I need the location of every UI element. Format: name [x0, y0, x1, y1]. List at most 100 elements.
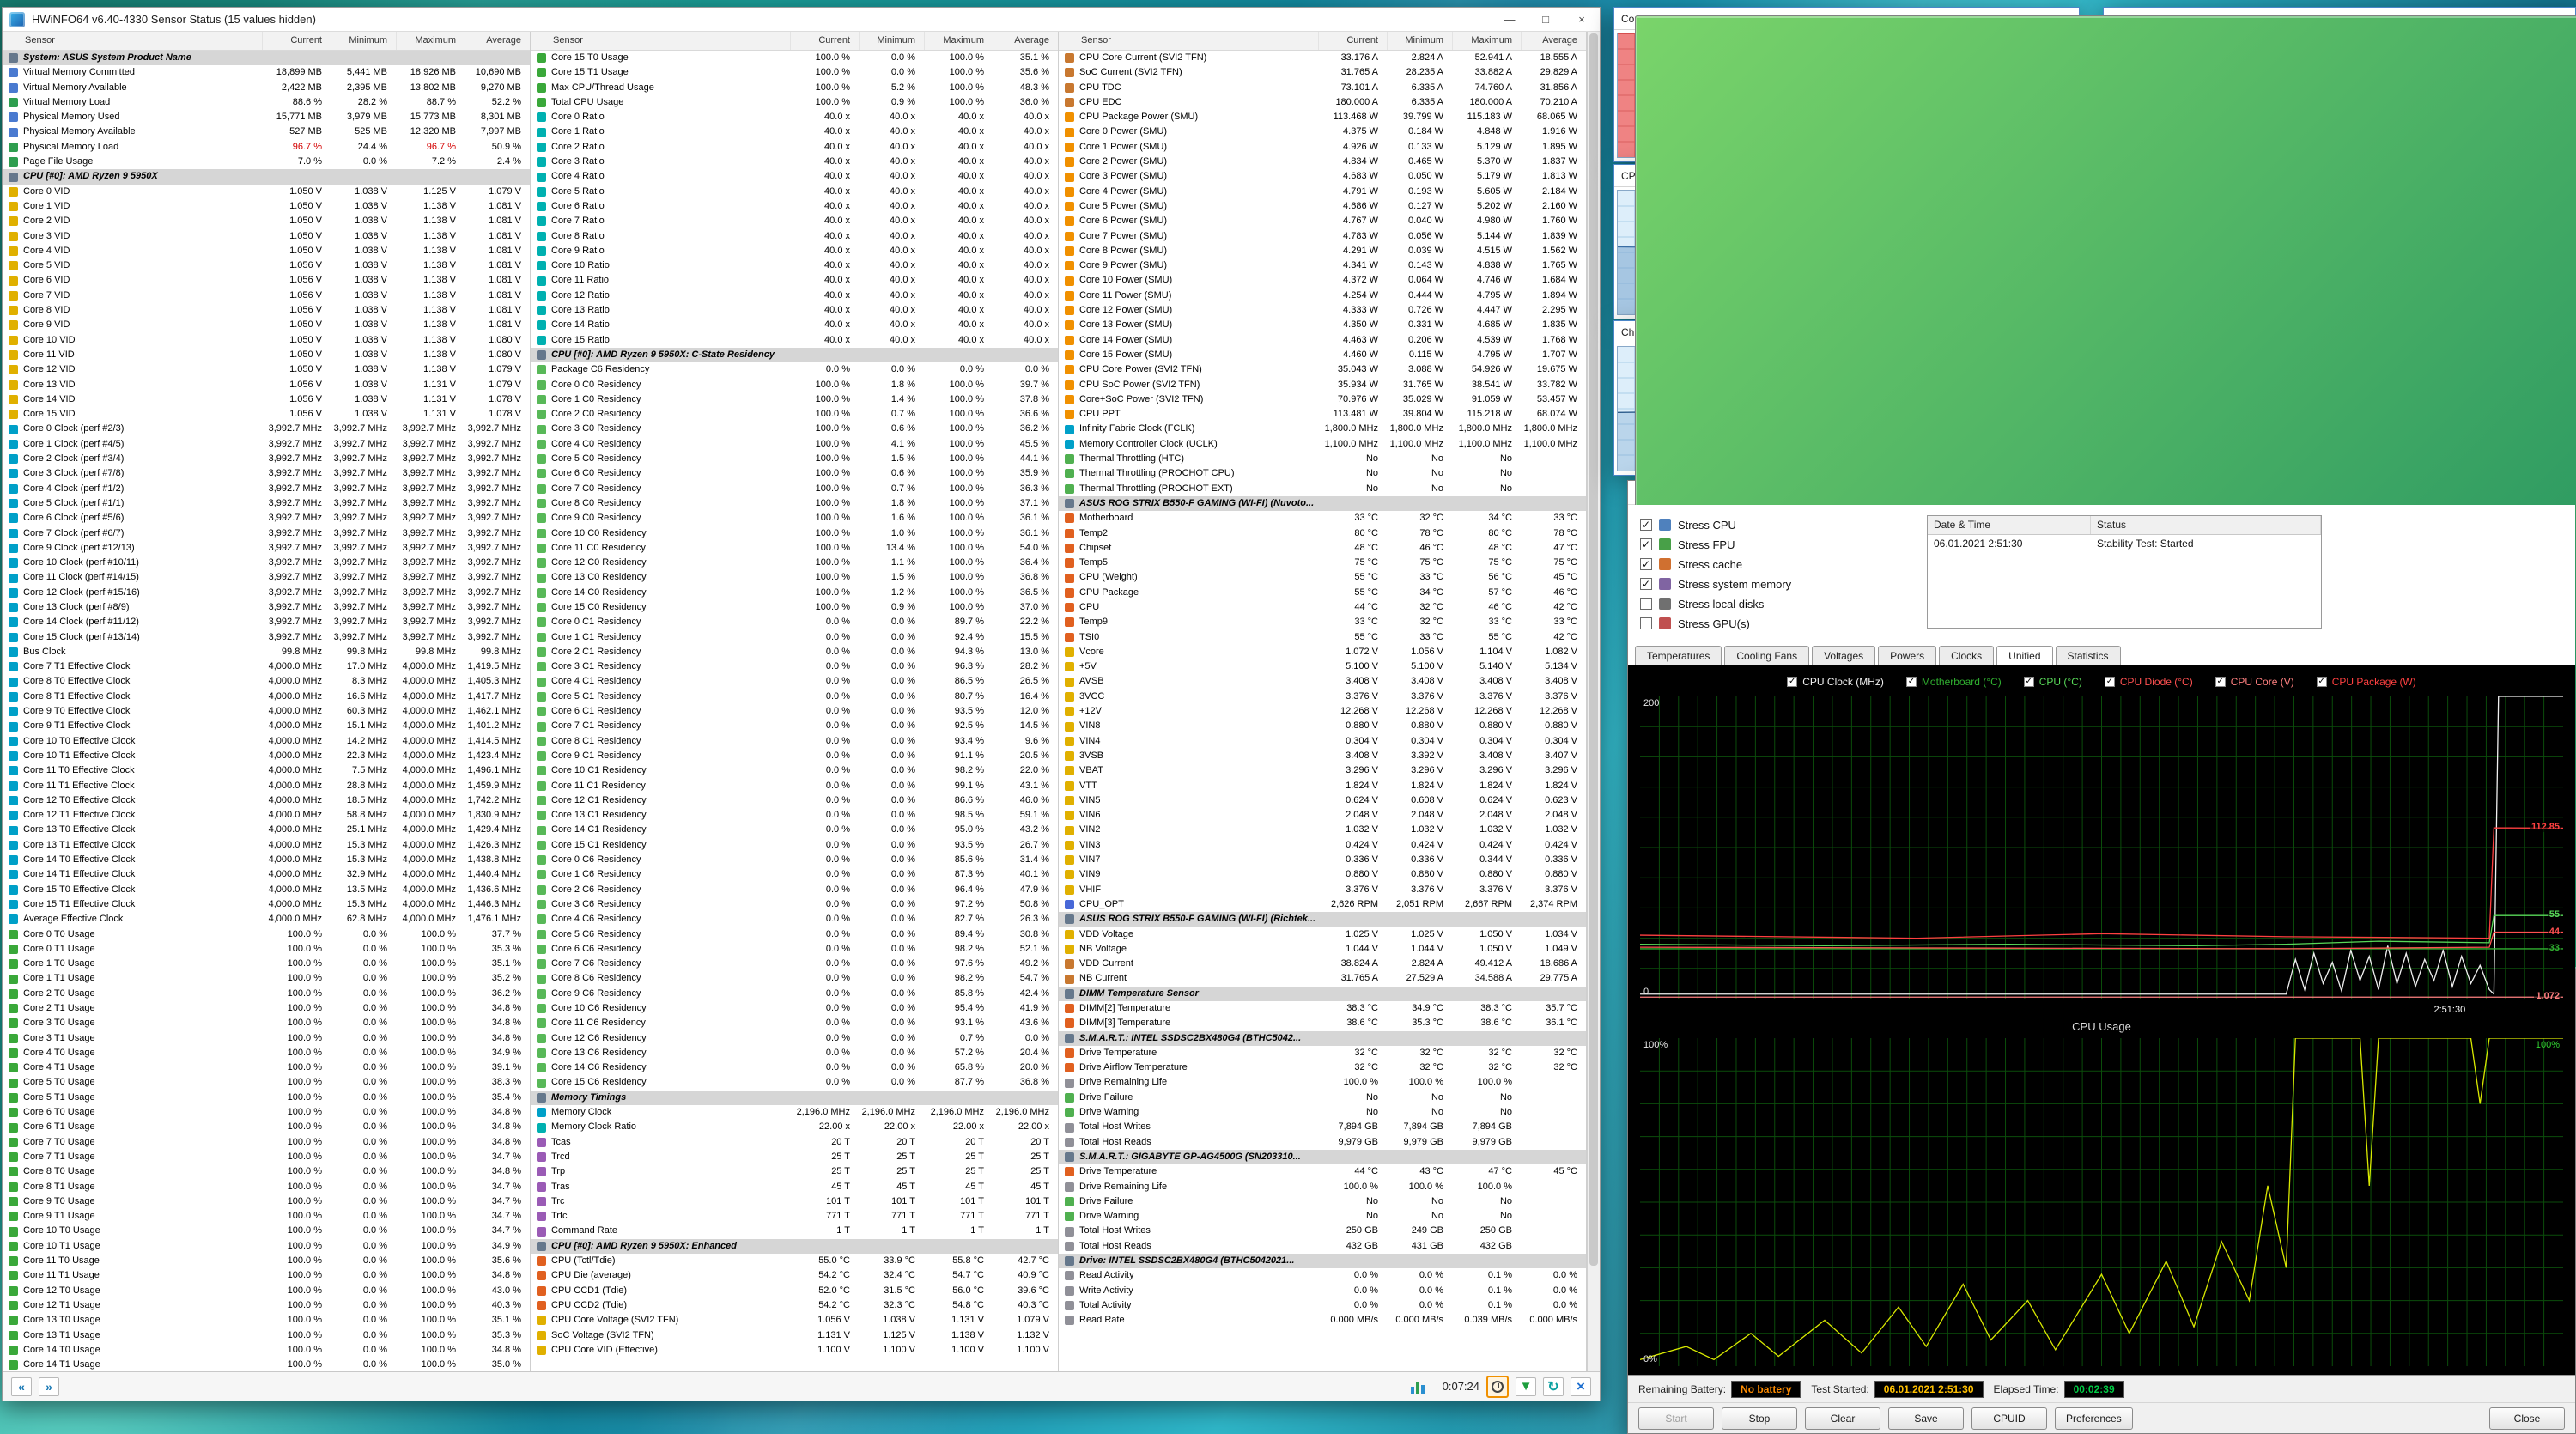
- sensor-row[interactable]: VIN2 1.032 V 1.032 V 1.032 V 1.032 V: [1059, 823, 1586, 837]
- sensor-row[interactable]: Core 10 Clock (perf #10/11) 3,992.7 MHz …: [3, 556, 530, 570]
- sensor-row[interactable]: +5V 5.100 V 5.100 V 5.140 V 5.134 V: [1059, 659, 1586, 674]
- sensor-row[interactable]: Core 7 T0 Usage 100.0 % 0.0 % 100.0 % 34…: [3, 1135, 530, 1150]
- sensor-row[interactable]: S.M.A.R.T.: INTEL SSDSC2BX480G4 (BTHC504…: [1059, 1031, 1586, 1046]
- sensor-row[interactable]: Core 9 VID 1.050 V 1.038 V 1.138 V 1.081…: [3, 318, 530, 332]
- sensor-row[interactable]: CPU TDC 73.101 A 6.335 A 74.760 A 31.856…: [1059, 81, 1586, 95]
- sensor-row[interactable]: Tcas 20 T 20 T 20 T 20 T: [531, 1135, 1058, 1150]
- sensor-row[interactable]: Page File Usage 7.0 % 0.0 % 7.2 % 2.4 %: [3, 155, 530, 169]
- sensor-row[interactable]: Write Activity 0.0 % 0.0 % 0.1 % 0.0 %: [1059, 1284, 1586, 1298]
- log-download-icon[interactable]: ▼: [1516, 1377, 1536, 1396]
- maximize-icon[interactable]: □: [1528, 8, 1564, 31]
- sensor-row[interactable]: +12V 12.268 V 12.268 V 12.268 V 12.268 V: [1059, 704, 1586, 719]
- clock-icon[interactable]: [1486, 1376, 1509, 1398]
- sensor-row[interactable]: Physical Memory Used 15,771 MB 3,979 MB …: [3, 110, 530, 125]
- legend-item[interactable]: ✓ Motherboard (°C): [1906, 676, 2002, 688]
- sensor-row[interactable]: Core 6 C6 Residency 0.0 % 0.0 % 98.2 % 5…: [531, 942, 1058, 957]
- legend-checkbox[interactable]: ✓: [2105, 677, 2115, 687]
- sensor-row[interactable]: Virtual Memory Load 88.6 % 28.2 % 88.7 %…: [3, 95, 530, 110]
- sensor-row[interactable]: NB Current 31.765 A 27.529 A 34.588 A 29…: [1059, 971, 1586, 986]
- sensor-row[interactable]: Core 4 Clock (perf #1/2) 3,992.7 MHz 3,9…: [3, 482, 530, 496]
- sensor-row[interactable]: Core 6 C0 Residency 100.0 % 0.6 % 100.0 …: [531, 466, 1058, 481]
- sensor-row[interactable]: Core 14 T0 Effective Clock 4,000.0 MHz 1…: [3, 853, 530, 867]
- sensor-row[interactable]: VBAT 3.296 V 3.296 V 3.296 V 3.296 V: [1059, 763, 1586, 778]
- sensor-row[interactable]: Core 11 Power (SMU) 4.254 W 0.444 W 4.79…: [1059, 289, 1586, 303]
- sensor-row[interactable]: Core 10 T0 Usage 100.0 % 0.0 % 100.0 % 3…: [3, 1224, 530, 1238]
- sensor-row[interactable]: Core 4 VID 1.050 V 1.038 V 1.138 V 1.081…: [3, 244, 530, 258]
- sensor-row[interactable]: Memory Timings: [531, 1091, 1058, 1105]
- sensor-row[interactable]: Core 6 T0 Usage 100.0 % 0.0 % 100.0 % 34…: [3, 1105, 530, 1120]
- sensor-row[interactable]: Core 13 T1 Usage 100.0 % 0.0 % 100.0 % 3…: [3, 1328, 530, 1343]
- stress-checkbox[interactable]: ✓: [1640, 598, 1652, 610]
- sensor-row[interactable]: Core 9 C6 Residency 0.0 % 0.0 % 85.8 % 4…: [531, 987, 1058, 1001]
- stress-checkbox[interactable]: ✓: [1640, 617, 1652, 629]
- sensor-row[interactable]: S.M.A.R.T.: GIGABYTE GP-AG4500G (SN20331…: [1059, 1150, 1586, 1164]
- sensor-row[interactable]: Trcd 25 T 25 T 25 T 25 T: [531, 1150, 1058, 1164]
- sensor-row[interactable]: Thermal Throttling (HTC) No No No: [1059, 452, 1586, 466]
- sensor-row[interactable]: Core 15 T0 Effective Clock 4,000.0 MHz 1…: [3, 883, 530, 897]
- sensor-row[interactable]: Core 3 C0 Residency 100.0 % 0.6 % 100.0 …: [531, 422, 1058, 436]
- sensor-row[interactable]: Core 11 Ratio 40.0 x 40.0 x 40.0 x 40.0 …: [531, 273, 1058, 288]
- sensor-row[interactable]: Core 6 T1 Usage 100.0 % 0.0 % 100.0 % 34…: [3, 1120, 530, 1134]
- sensor-row[interactable]: Virtual Memory Committed 18,899 MB 5,441…: [3, 65, 530, 80]
- close-button[interactable]: Close: [2489, 1407, 2565, 1430]
- sensor-row[interactable]: Core 5 Ratio 40.0 x 40.0 x 40.0 x 40.0 x: [531, 185, 1058, 199]
- sensor-row[interactable]: Core 10 VID 1.050 V 1.038 V 1.138 V 1.08…: [3, 333, 530, 348]
- column-header[interactable]: Sensor Current Minimum Maximum Average: [1059, 32, 1586, 51]
- reset-values-icon[interactable]: ↻: [1543, 1377, 1564, 1396]
- sensor-row[interactable]: Core 14 T1 Usage 100.0 % 0.0 % 100.0 % 3…: [3, 1358, 530, 1371]
- sensor-row[interactable]: CPU Die (average) 54.2 °C 32.4 °C 54.7 °…: [531, 1268, 1058, 1283]
- stress-checkbox[interactable]: ✓: [1640, 558, 1652, 570]
- sensor-row[interactable]: Core 0 T0 Usage 100.0 % 0.0 % 100.0 % 37…: [3, 927, 530, 942]
- sensor-row[interactable]: Core 8 T1 Effective Clock 4,000.0 MHz 16…: [3, 690, 530, 704]
- log-row[interactable]: 06.01.2021 2:51:30 Stability Test: Start…: [1928, 535, 2321, 553]
- sensor-row[interactable]: Core 0 Clock (perf #2/3) 3,992.7 MHz 3,9…: [3, 422, 530, 436]
- sensor-row[interactable]: ASUS ROG STRIX B550-F GAMING (WI-FI) (Nu…: [1059, 496, 1586, 511]
- sensor-row[interactable]: Core 9 T1 Effective Clock 4,000.0 MHz 15…: [3, 719, 530, 733]
- sensor-row[interactable]: Core 0 C0 Residency 100.0 % 1.8 % 100.0 …: [531, 378, 1058, 392]
- legend-checkbox[interactable]: ✓: [2215, 677, 2226, 687]
- sensor-row[interactable]: Core 13 T0 Effective Clock 4,000.0 MHz 2…: [3, 823, 530, 837]
- sensor-row[interactable]: Total Host Reads 432 GB 431 GB 432 GB: [1059, 1239, 1586, 1254]
- sensor-row[interactable]: Core 15 Power (SMU) 4.460 W 0.115 W 4.79…: [1059, 348, 1586, 362]
- sensor-row[interactable]: Core 10 C6 Residency 0.0 % 0.0 % 95.4 % …: [531, 1001, 1058, 1016]
- sensor-row[interactable]: Core 8 C1 Residency 0.0 % 0.0 % 93.4 % 9…: [531, 734, 1058, 749]
- sensor-row[interactable]: VTT 1.824 V 1.824 V 1.824 V 1.824 V: [1059, 779, 1586, 793]
- sensor-row[interactable]: Core 13 T1 Effective Clock 4,000.0 MHz 1…: [3, 838, 530, 853]
- sensor-row[interactable]: CPU Core VID (Effective) 1.100 V 1.100 V…: [531, 1343, 1058, 1358]
- sensor-row[interactable]: Core 12 C0 Residency 100.0 % 1.1 % 100.0…: [531, 556, 1058, 570]
- sensor-row[interactable]: Core 11 T0 Usage 100.0 % 0.0 % 100.0 % 3…: [3, 1254, 530, 1268]
- sensor-row[interactable]: Core 4 T0 Usage 100.0 % 0.0 % 100.0 % 34…: [3, 1046, 530, 1060]
- sensor-row[interactable]: Core 2 Power (SMU) 4.834 W 0.465 W 5.370…: [1059, 155, 1586, 169]
- sensor-row[interactable]: Total Host Writes 250 GB 249 GB 250 GB: [1059, 1224, 1586, 1238]
- sensor-row[interactable]: Core 11 C1 Residency 0.0 % 0.0 % 99.1 % …: [531, 779, 1058, 793]
- sensor-row[interactable]: Core 10 T1 Usage 100.0 % 0.0 % 100.0 % 3…: [3, 1239, 530, 1254]
- sensor-row[interactable]: Core 7 VID 1.056 V 1.038 V 1.138 V 1.081…: [3, 289, 530, 303]
- sensor-row[interactable]: Average Effective Clock 4,000.0 MHz 62.8…: [3, 912, 530, 927]
- sensor-row[interactable]: CPU [#0]: AMD Ryzen 9 5950X: Enhanced: [531, 1239, 1058, 1254]
- sensor-row[interactable]: Vcore 1.072 V 1.056 V 1.104 V 1.082 V: [1059, 645, 1586, 659]
- sensor-row[interactable]: Trfc 771 T 771 T 771 T 771 T: [531, 1209, 1058, 1224]
- sensor-row[interactable]: VIN8 0.880 V 0.880 V 0.880 V 0.880 V: [1059, 719, 1586, 733]
- sensor-row[interactable]: Temp9 33 °C 32 °C 33 °C 33 °C: [1059, 615, 1586, 629]
- sensor-row[interactable]: Core 3 Power (SMU) 4.683 W 0.050 W 5.179…: [1059, 169, 1586, 184]
- sensor-row[interactable]: Core 15 C1 Residency 0.0 % 0.0 % 93.5 % …: [531, 838, 1058, 853]
- sensor-row[interactable]: Core 2 VID 1.050 V 1.038 V 1.138 V 1.081…: [3, 214, 530, 228]
- sensor-row[interactable]: Virtual Memory Available 2,422 MB 2,395 …: [3, 81, 530, 95]
- aida-button[interactable]: Start: [1638, 1407, 1714, 1430]
- stress-option[interactable]: ✓ Stress CPU: [1640, 515, 1898, 534]
- aida-button[interactable]: CPUID: [1971, 1407, 2047, 1430]
- sensor-row[interactable]: Chipset 48 °C 46 °C 48 °C 47 °C: [1059, 541, 1586, 556]
- sensor-row[interactable]: Core 11 T0 Effective Clock 4,000.0 MHz 7…: [3, 763, 530, 778]
- sensor-row[interactable]: VIN4 0.304 V 0.304 V 0.304 V 0.304 V: [1059, 734, 1586, 749]
- sensor-row[interactable]: Core 0 T1 Usage 100.0 % 0.0 % 100.0 % 35…: [3, 942, 530, 957]
- sensor-row[interactable]: 3VSB 3.408 V 3.392 V 3.408 V 3.407 V: [1059, 749, 1586, 763]
- sensor-row[interactable]: Core 7 Clock (perf #6/7) 3,992.7 MHz 3,9…: [3, 526, 530, 541]
- sensor-row[interactable]: Command Rate 1 T 1 T 1 T 1 T: [531, 1224, 1058, 1238]
- sensor-row[interactable]: Core 4 C0 Residency 100.0 % 4.1 % 100.0 …: [531, 437, 1058, 452]
- sensor-row[interactable]: Core 3 Clock (perf #7/8) 3,992.7 MHz 3,9…: [3, 466, 530, 481]
- sensor-row[interactable]: Motherboard 33 °C 32 °C 34 °C 33 °C: [1059, 511, 1586, 526]
- tab[interactable]: Cooling Fans: [1724, 646, 1809, 665]
- stress-option[interactable]: ✓ Stress cache: [1640, 555, 1898, 574]
- sensor-row[interactable]: Drive Remaining Life 100.0 % 100.0 % 100…: [1059, 1075, 1586, 1090]
- sensor-row[interactable]: CPU Package Power (SMU) 113.468 W 39.799…: [1059, 110, 1586, 125]
